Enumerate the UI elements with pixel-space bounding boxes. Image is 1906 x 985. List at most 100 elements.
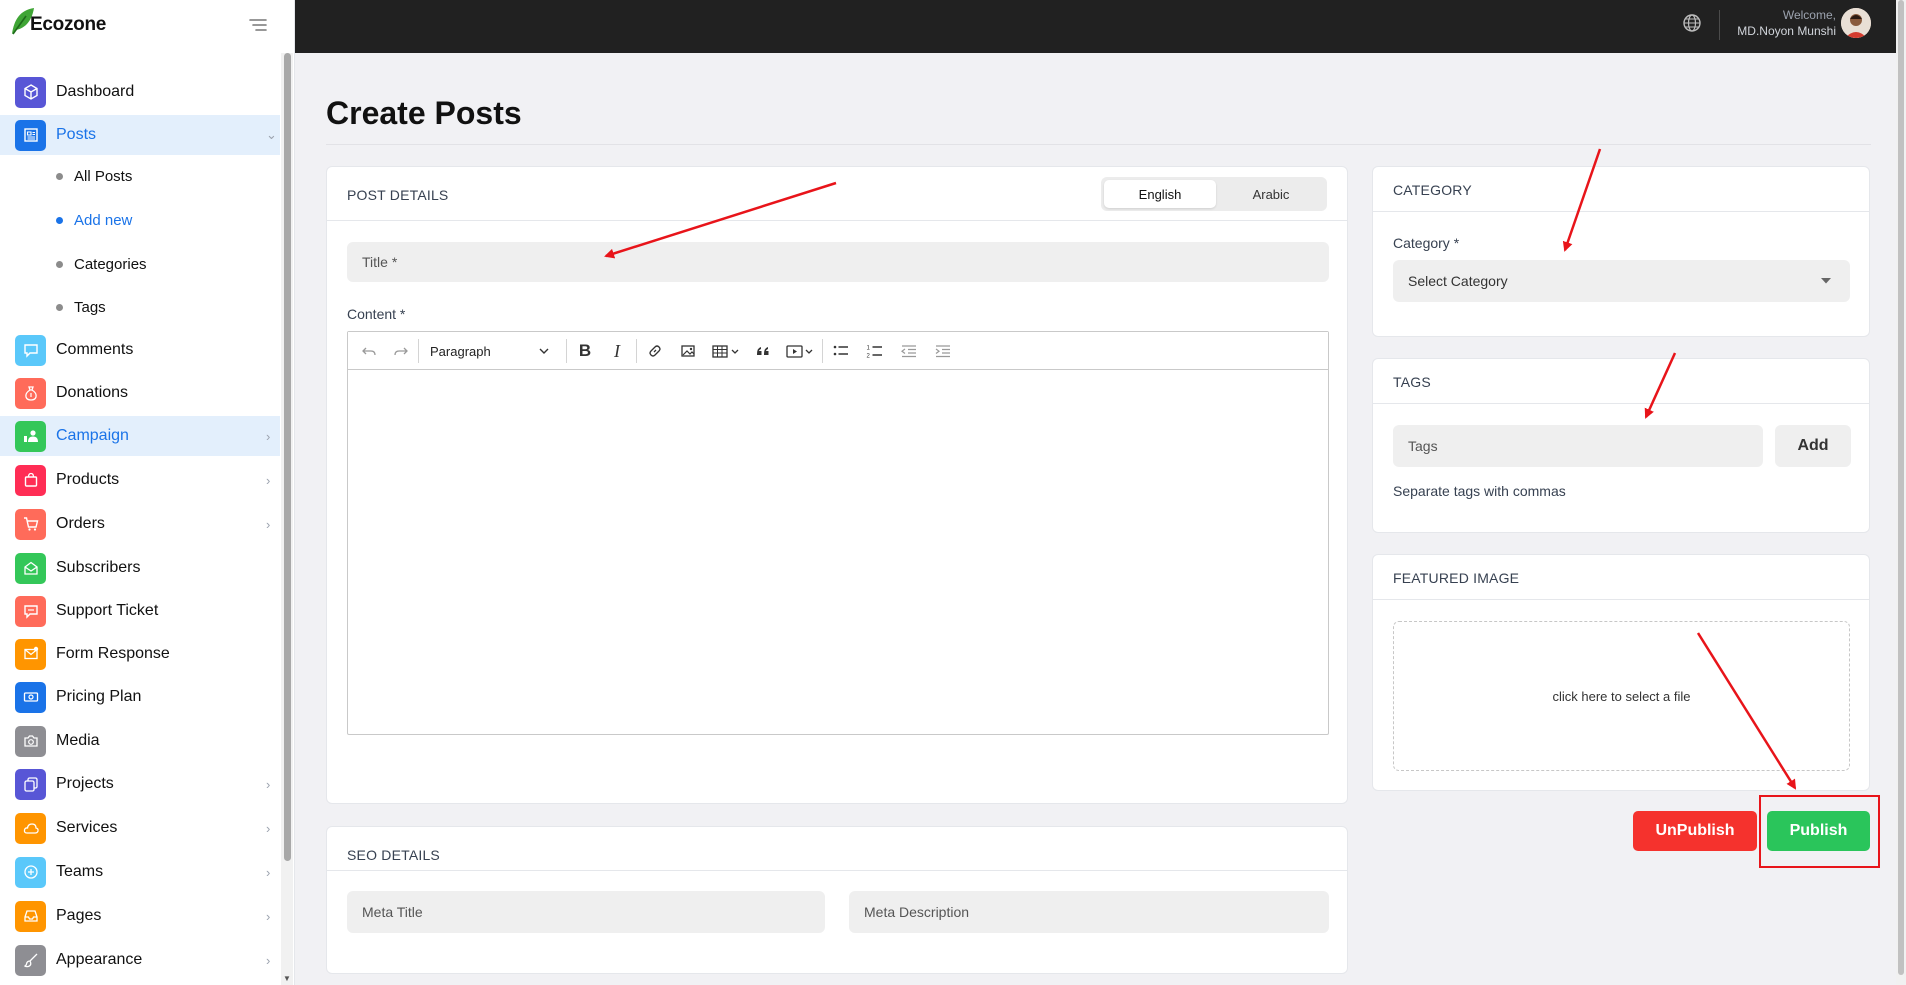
bulleted-list-icon[interactable] [826,332,856,370]
add-tag-button[interactable]: Add [1775,425,1851,467]
brush-icon [15,944,46,976]
featured-image-card: FEATURED IMAGE click here to select a fi… [1372,554,1870,791]
cart-icon [15,508,46,540]
content-label: Content * [347,306,406,322]
link-icon[interactable] [640,332,670,370]
mail-check-icon [15,638,46,670]
meta-title-input[interactable]: Meta Title [347,891,825,933]
logo-area: Ecozone [0,0,295,53]
unpublish-button[interactable]: UnPublish [1633,811,1757,851]
category-select[interactable]: Select Category [1393,260,1850,302]
chevron-right-icon: › [266,428,271,444]
sidebar-scrollbar[interactable]: ▼ [281,53,293,985]
sidebar-item-label: Media [56,732,100,749]
sidebar-item-label: Posts [56,126,97,143]
undo-icon[interactable] [354,332,384,370]
italic-icon[interactable]: I [602,332,632,370]
copy-icon [15,768,46,800]
chevron-right-icon: › [266,908,271,924]
bold-icon[interactable]: B [570,332,600,370]
sidebar-subitem-label: All Posts [74,167,133,185]
sidebar-item-label: Products [56,471,120,488]
inbox-icon [15,900,46,932]
chevron-right-icon: › [266,472,271,488]
title-divider [326,144,1871,145]
post-details-card: POST DETAILS English Arabic Title * Cont… [326,166,1348,804]
sidebar-item-projects[interactable]: Projects › [0,764,280,804]
redo-icon[interactable] [386,332,416,370]
paragraph-select[interactable]: Paragraph [420,332,552,370]
sidebar-item-pricing-plan[interactable]: Pricing Plan [0,677,280,717]
chevron-down-icon: ⌄ [266,127,277,142]
avatar[interactable] [1841,8,1871,38]
chevron-right-icon: › [266,864,271,880]
tab-arabic[interactable]: Arabic [1215,180,1327,208]
sidebar-item-posts[interactable]: Posts ⌄ [0,115,280,155]
brand-name[interactable]: Ecozone [30,14,106,36]
tags-card: TAGS Tags Add Separate tags with commas [1372,358,1870,533]
sidebar-item-orders[interactable]: Orders › [0,504,280,544]
sidebar-item-label: Teams [56,863,104,880]
table-icon[interactable] [706,332,746,370]
sidebar-item-donations[interactable]: Donations [0,373,280,413]
sidebar-item-comments[interactable]: Comments [0,330,280,370]
page-title: Create Posts [326,95,522,131]
welcome-text: Welcome, [1782,8,1836,22]
sidebar-item-label: Services [56,819,118,836]
sidebar-item-subscribers[interactable]: Subscribers [0,548,280,588]
sidebar-subitem-categories[interactable]: Categories [0,249,280,279]
sidebar-item-label: Appearance [56,951,143,968]
sidebar-item-dashboard[interactable]: Dashboard [0,72,280,112]
chevron-right-icon: › [266,776,271,792]
user-name[interactable]: MD.Noyon Munshi [1700,24,1836,38]
media-embed-icon[interactable] [780,332,820,370]
tab-english[interactable]: English [1104,180,1216,208]
sidebar-item-label: Pages [56,907,102,924]
image-icon[interactable] [673,332,703,370]
sidebar-item-appearance[interactable]: Appearance › [0,940,280,980]
outdent-icon[interactable] [894,332,924,370]
sidebar-item-form-response[interactable]: Form Response [0,634,280,674]
sidebar-item-teams[interactable]: Teams › [0,852,280,892]
page-scrollbar[interactable] [1896,0,1906,985]
camera-icon [15,725,46,757]
newspaper-icon [15,119,46,151]
chevron-right-icon: › [266,820,271,836]
blockquote-icon[interactable] [748,332,778,370]
sidebar-item-label: Campaign [56,427,129,444]
editor-toolbar: Paragraph B I 1 2 [348,332,1328,370]
sidebar-item-products[interactable]: Products › [0,460,280,500]
indent-icon[interactable] [928,332,958,370]
chevron-right-icon: › [266,516,271,532]
chat-bubble-icon [15,334,46,366]
chevron-right-icon: › [266,952,271,968]
card-header: SEO DETAILS [327,827,1347,871]
sidebar-item-label: Pricing Plan [56,688,142,705]
card-header: FEATURED IMAGE [1373,555,1869,600]
shopping-bag-icon [15,464,46,496]
sidebar-item-campaign[interactable]: Campaign › [0,416,280,456]
category-label: Category * [1393,235,1460,251]
sidebar-item-support-ticket[interactable]: Support Ticket [0,591,280,631]
menu-toggle-icon[interactable] [246,14,270,38]
sidebar-item-media[interactable]: Media [0,721,280,761]
card-heading: TAGS [1393,374,1431,390]
svg-text:2: 2 [867,354,871,360]
meta-description-input[interactable]: Meta Description [849,891,1329,933]
sidebar-item-services[interactable]: Services › [0,808,280,848]
support-chat-icon [15,595,46,627]
sidebar-item-label: Projects [56,775,114,792]
svg-text:1: 1 [867,346,871,352]
sidebar-subitem-add-new[interactable]: Add new [0,205,280,235]
title-input[interactable]: Title * [347,242,1329,282]
sidebar-subitem-all-posts[interactable]: All Posts [0,161,280,191]
tags-input[interactable]: Tags [1393,425,1763,467]
sidebar-subitem-label: Add new [74,211,133,229]
featured-image-dropzone[interactable]: click here to select a file [1393,621,1850,771]
card-header: POST DETAILS English Arabic [327,167,1347,221]
numbered-list-icon[interactable]: 12 [860,332,890,370]
sidebar-subitem-tags[interactable]: Tags [0,292,280,322]
bullet-dot [56,172,63,180]
sidebar-item-pages[interactable]: Pages › [0,896,280,936]
content-editor[interactable]: Paragraph B I 1 2 [347,331,1329,735]
